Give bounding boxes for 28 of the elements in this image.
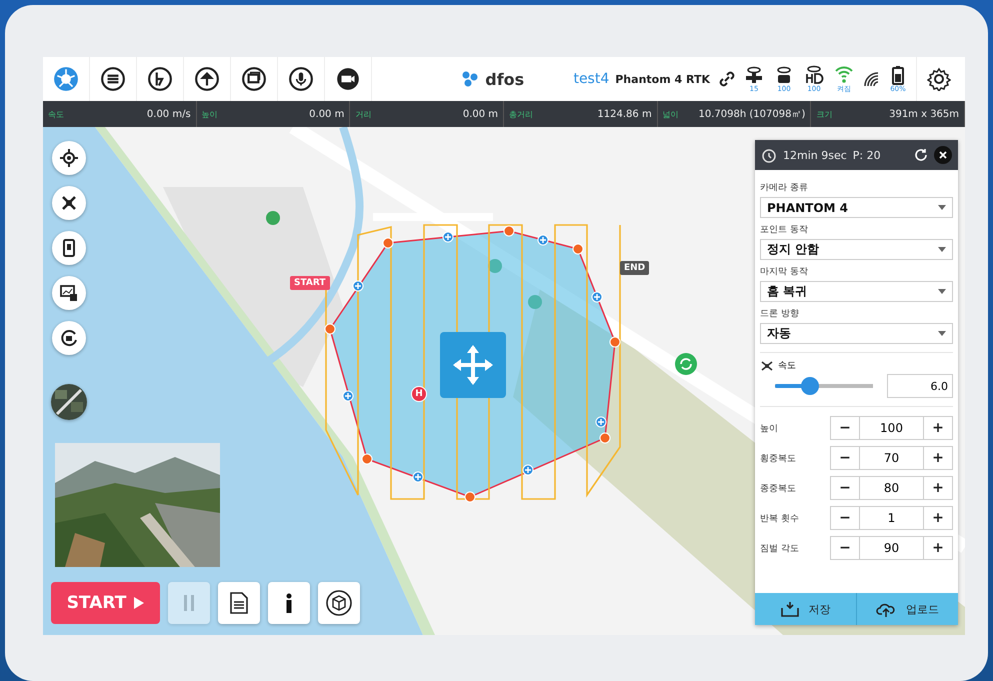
stat-label: 속도 xyxy=(48,108,64,120)
stat-label: 높이 xyxy=(202,108,218,120)
upload-icon xyxy=(194,66,220,92)
link-icon[interactable] xyxy=(718,70,736,88)
stat-value: 391m x 365m xyxy=(889,108,960,120)
stat-label: 거리 xyxy=(355,108,372,120)
stat-value: 0.00 m xyxy=(309,108,344,120)
stat-value: 1124.86 m xyxy=(597,108,652,120)
camera-icon xyxy=(53,66,79,92)
stat-value: 10.7098h (107098㎡) xyxy=(698,108,806,121)
stat-label: 크기 xyxy=(816,108,832,120)
stat-value: 0.00 m/s xyxy=(146,108,191,120)
stat-value: 0.00 m xyxy=(462,108,498,120)
microphone-icon xyxy=(288,66,314,92)
user-name: test4 xyxy=(573,71,610,87)
route-icon xyxy=(147,66,173,92)
menu-icon xyxy=(100,66,126,92)
signal-icon xyxy=(862,70,880,88)
settings-icon[interactable] xyxy=(927,67,951,91)
remote-icon xyxy=(744,65,764,85)
hd-camera-icon xyxy=(804,65,824,85)
drone-model: Phantom 4 RTK xyxy=(615,72,710,86)
video-icon xyxy=(335,66,361,92)
stat-label: 넓이 xyxy=(662,108,679,120)
stat-label: 총거리 xyxy=(509,108,534,120)
copy-icon xyxy=(241,66,267,92)
logo-text: dfos xyxy=(485,70,524,88)
wifi-icon xyxy=(834,65,854,85)
